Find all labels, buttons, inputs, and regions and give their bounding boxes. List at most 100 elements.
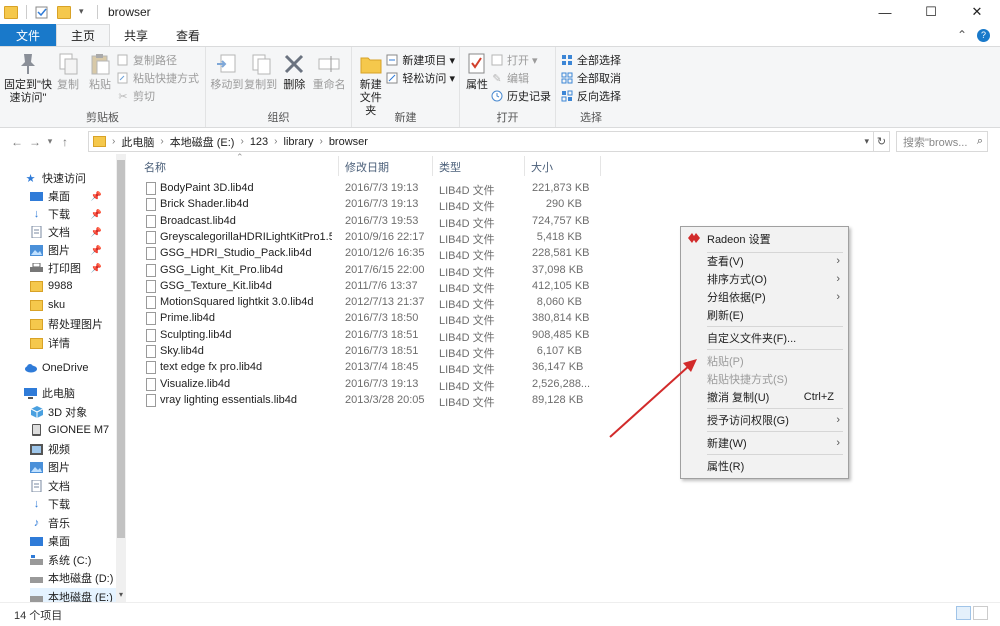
file-row[interactable]: GSG_Texture_Kit.lib4d 2011/7/6 13:37 LIB4D… <box>142 279 602 295</box>
file-row[interactable]: GSG_Light_Kit_Pro.lib4d 2017/6/15 22:00 LI… <box>142 263 602 279</box>
recent-locations-icon[interactable]: ▾ <box>44 136 56 147</box>
nav-drive-c[interactable]: 系统 (C:) <box>30 551 91 569</box>
file-name: GSG_Texture_Kit.lib4d <box>160 279 272 292</box>
nav-pc-documents[interactable]: 文档 <box>30 477 70 495</box>
file-row[interactable]: Broadcast.lib4d 2016/7/3 19:53 LIB4D 文件 724… <box>142 214 602 230</box>
minimize-button[interactable]: — <box>862 0 908 24</box>
file-row[interactable]: vray lighting essentials.lib4d 2013/3/28 … <box>142 393 602 409</box>
nav-drive-e[interactable]: 本地磁盘 (E:) <box>30 588 116 602</box>
new-folder-quick-icon[interactable] <box>57 5 71 19</box>
nav-music[interactable]: ♪ 音乐 <box>30 514 70 532</box>
forward-arrow-icon[interactable]: → <box>26 135 44 149</box>
nav-videos[interactable]: 视频 <box>30 440 70 458</box>
tab-file[interactable]: 文件 <box>0 24 57 46</box>
search-input[interactable]: 搜索"brows... ⌕ <box>896 131 988 152</box>
file-row[interactable]: MotionSquared lightkit 3.0.lib4d 2012/7/1… <box>142 295 602 311</box>
nav-folder-details[interactable]: 详情 <box>30 334 70 352</box>
breadcrumb-library[interactable]: library <box>284 136 314 148</box>
menu-item-sort[interactable]: 排序方式(O) › <box>681 270 848 288</box>
nav-label: 下载 <box>48 209 70 221</box>
easy-access-button[interactable]: 轻松访问 ▾ <box>385 70 455 86</box>
breadcrumb-this-pc[interactable]: 此电脑 <box>121 134 154 150</box>
nav-this-pc[interactable]: 此电脑 <box>24 384 75 402</box>
menu-item-new[interactable]: 新建(W) › <box>681 434 848 452</box>
menu-item-paste-shortcut[interactable]: 粘贴快捷方式(S) <box>681 370 848 388</box>
scroll-down-icon[interactable]: ▾ <box>116 590 126 599</box>
nav-folder-9988[interactable]: 9988 <box>30 277 72 295</box>
history-button[interactable]: 历史记录 <box>490 88 551 104</box>
breadcrumb-123[interactable]: 123 <box>250 136 268 148</box>
menu-item-group-by[interactable]: 分组依据(P) › <box>681 288 848 306</box>
nav-quick-access[interactable]: ★ 快速访问 <box>24 169 86 187</box>
edit-button[interactable]: ✎ 编辑 <box>490 70 551 86</box>
details-view-icon[interactable] <box>956 606 971 620</box>
column-header-date[interactable]: 修改日期 <box>345 159 389 175</box>
column-header-size[interactable]: 大小 <box>531 159 553 175</box>
menu-item-paste[interactable]: 粘贴(P) <box>681 352 848 370</box>
back-arrow-icon[interactable]: ← <box>8 135 26 149</box>
collapse-ribbon-icon[interactable]: ⌃ <box>957 28 967 42</box>
file-row[interactable]: GreyscalegorillaHDRILightKitPro1.5.li...… <box>142 230 602 246</box>
menu-item-properties[interactable]: 属性(R) <box>681 457 848 475</box>
refresh-icon[interactable]: ↻ <box>874 131 890 152</box>
nav-downloads[interactable]: ↓ 下载 📌 <box>30 205 116 223</box>
breadcrumb-browser[interactable]: browser <box>329 136 368 148</box>
address-bar[interactable]: › 此电脑 › 本地磁盘 (E:) › 123 › library › brow… <box>88 131 874 152</box>
up-arrow-icon[interactable]: ↑ <box>56 135 74 149</box>
nav-pc-downloads[interactable]: ↓ 下载 <box>30 495 70 513</box>
open-button[interactable]: 打开 ▾ <box>490 52 551 68</box>
customize-quick-access-icon[interactable]: ▾ <box>79 6 89 19</box>
copy-path-button[interactable]: 复制路径 <box>116 52 199 68</box>
close-button[interactable]: ✕ <box>954 0 1000 24</box>
nav-pictures[interactable]: 图片 📌 <box>30 241 116 259</box>
address-dropdown-icon[interactable]: ▾ <box>864 136 869 147</box>
nav-3d-objects[interactable]: 3D 对象 <box>30 403 87 421</box>
select-all-button[interactable]: 全部选择 <box>560 52 621 68</box>
nav-onedrive[interactable]: OneDrive <box>24 359 88 377</box>
menu-item-grant-access[interactable]: 授予访问权限(G) › <box>681 411 848 429</box>
column-header-type[interactable]: 类型 <box>439 159 461 175</box>
maximize-button[interactable]: ☐ <box>908 0 954 24</box>
nav-desktop[interactable]: 桌面 📌 <box>30 187 116 205</box>
properties-quick-icon[interactable] <box>35 6 49 19</box>
file-size: 221,873 KB <box>532 182 590 194</box>
select-none-button[interactable]: 全部取消 <box>560 70 621 86</box>
invert-selection-button[interactable]: 反向选择 <box>560 88 621 104</box>
menu-item-radeon-settings[interactable]: Radeon 设置 <box>681 229 848 249</box>
nav-drive-d[interactable]: 本地磁盘 (D:) <box>30 569 113 587</box>
nav-gionee[interactable]: GIONEE M7 <box>30 421 109 439</box>
file-row[interactable]: Sculpting.lib4d 2016/7/3 18:51 LIB4D 文件 908… <box>142 328 602 344</box>
file-row[interactable]: BodyPaint 3D.lib4d 2016/7/3 19:13 LIB4D 文件… <box>142 181 602 197</box>
menu-item-undo-copy[interactable]: 撤消 复制(U) Ctrl+Z <box>681 388 848 406</box>
help-icon[interactable]: ? <box>977 28 990 42</box>
file-row[interactable]: Visualize.lib4d 2016/7/3 19:13 LIB4D 文件 2,5… <box>142 377 602 393</box>
menu-item-view[interactable]: 查看(V) › <box>681 252 848 270</box>
file-row[interactable]: Prime.lib4d 2016/7/3 18:50 LIB4D 文件 380,814… <box>142 311 602 327</box>
file-row[interactable]: Sky.lib4d 2016/7/3 18:51 LIB4D 文件 6,107 KB <box>142 344 602 360</box>
nav-scrollbar-thumb[interactable] <box>117 160 125 538</box>
cut-button[interactable]: ✂ 剪切 <box>116 88 199 104</box>
tab-home[interactable]: 主页 <box>56 24 111 46</box>
menu-item-customize-folder[interactable]: 自定义文件夹(F)... <box>681 329 848 347</box>
nav-documents[interactable]: 文档 📌 <box>30 223 116 241</box>
file-size: 908,485 KB <box>532 328 590 341</box>
nav-printer[interactable]: 打印图 📌 <box>30 259 116 277</box>
tab-share[interactable]: 共享 <box>110 24 162 46</box>
large-icons-view-icon[interactable] <box>973 606 988 620</box>
nav-pc-pictures[interactable]: 图片 <box>30 458 70 476</box>
paste-shortcut-button[interactable]: 粘贴快捷方式 <box>116 70 199 86</box>
nav-scrollbar[interactable]: ▾ <box>116 154 126 602</box>
breadcrumb-drive-e[interactable]: 本地磁盘 (E:) <box>170 134 235 150</box>
nav-pc-desktop[interactable]: 桌面 <box>30 532 70 550</box>
file-row[interactable]: GSG_HDRI_Studio_Pack.lib4d 2010/12/6 16:3… <box>142 246 602 262</box>
file-row[interactable]: text edge fx pro.lib4d 2013/7/4 18:45 LIB4… <box>142 360 602 376</box>
tab-view[interactable]: 查看 <box>162 24 214 46</box>
nav-folder-sku[interactable]: sku <box>30 296 65 314</box>
menu-item-refresh[interactable]: 刷新(E) <box>681 306 848 324</box>
document-icon <box>30 480 43 492</box>
file-row[interactable]: Brick Shader.lib4d 2016/7/3 19:13 LIB4D 文件… <box>142 197 602 213</box>
new-item-button[interactable]: 新建项目 ▾ <box>385 52 455 68</box>
paste-icon <box>87 51 113 77</box>
column-header-name[interactable]: 名称 <box>144 159 166 175</box>
nav-folder-help-images[interactable]: 帮处理图片 <box>30 315 103 333</box>
